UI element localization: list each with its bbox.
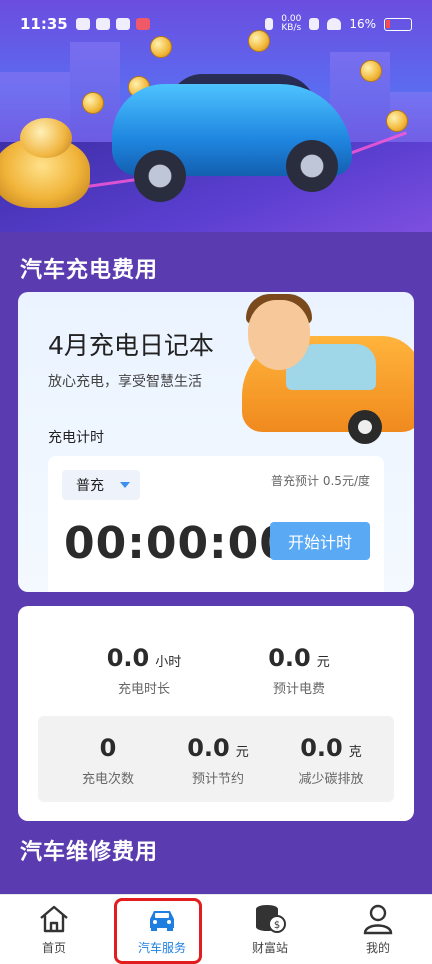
caret-down-icon (120, 482, 130, 488)
coin-icon (360, 60, 382, 82)
driver-illustration (228, 292, 414, 452)
stat-duration-unit: 小时 (155, 655, 182, 670)
section-title-repair: 汽车维修费用 (20, 840, 159, 865)
stat-duration-value: 0.0 (106, 644, 150, 672)
stat-fee-value: 0.0 (268, 644, 311, 672)
timer-display: 00:00:00 (64, 518, 291, 569)
battery-text: 16% (349, 17, 376, 31)
car-wheel (286, 140, 338, 192)
section-title-charging: 汽车充电费用 (20, 258, 159, 283)
notification-icons (75, 18, 150, 30)
price-note: 普充预计 0.5元/度 (271, 474, 370, 488)
stat-savings-label: 预计节约 (191, 772, 244, 787)
diary-title: 4月充电日记本 (48, 331, 214, 360)
vibrate-icon (265, 18, 274, 30)
status-time: 11:35 (20, 15, 68, 33)
charging-stats-card: 0.0 小时 充电时长 0.0 元 预计电费 0 充电次数 0.0 元 预计节约 0.… (18, 606, 414, 821)
charging-diary-card: 4月充电日记本 放心充电，享受智慧生活 充电计时 普充 普充预计 0.5元/度 … (18, 292, 414, 592)
status-icons: 0.00 KB/s 16% (265, 15, 412, 33)
coin-icon (386, 110, 408, 132)
stat-carbon-value: 0.0 (300, 734, 343, 762)
stat-count-label: 充电次数 (81, 772, 134, 787)
user-icon (363, 904, 393, 935)
stat-duration-label: 充电时长 (117, 682, 170, 697)
nav-item-home[interactable]: 首页 (0, 895, 108, 964)
status-bar: 11:35 0.00 KB/s 16% (0, 0, 432, 48)
svg-text:$: $ (274, 920, 280, 931)
notification-icon (115, 18, 130, 30)
battery-icon (384, 17, 412, 31)
net-speed: 0.00 KB/s (281, 15, 301, 33)
coin-icon (82, 92, 104, 114)
gold-ingot-icon (20, 118, 72, 158)
stat-savings-unit: 元 (235, 745, 249, 760)
stat-savings-value: 0.0 (187, 734, 230, 762)
notification-icon (135, 18, 150, 30)
stat-carbon-label: 减少碳排放 (298, 772, 364, 787)
coin-stack-icon: $ (256, 905, 286, 933)
bluetooth-icon (309, 18, 320, 30)
stat-count-value: 0 (99, 734, 117, 762)
wifi-icon (327, 18, 342, 30)
nav-item-profile[interactable]: 我的 (324, 895, 432, 964)
notification-icon (75, 18, 90, 30)
nav-label-home: 首页 (41, 941, 66, 955)
nav-label-profile: 我的 (365, 941, 390, 955)
timer-label: 充电计时 (48, 430, 104, 446)
net-speed-unit: KB/s (281, 23, 302, 33)
stat-fee-label: 预计电费 (272, 682, 325, 697)
stats-summary-box: 0 充电次数 0.0 元 预计节约 0.0 克 减少碳排放 (38, 716, 394, 802)
notification-icon (95, 18, 110, 30)
nav-item-wealth[interactable]: $ 财富站 (216, 895, 324, 964)
timer-panel: 普充 普充预计 0.5元/度 00:00:00 开始计时 (48, 456, 384, 592)
start-timer-button[interactable]: 开始计时 (270, 522, 370, 560)
stat-count: 0 充电次数 (58, 734, 158, 787)
nav-label-wealth: 财富站 (251, 941, 288, 955)
charge-mode-dropdown[interactable]: 普充 (62, 470, 140, 500)
stat-carbon: 0.0 克 减少碳排放 (276, 734, 386, 787)
home-icon (40, 905, 68, 933)
active-tab-highlight (114, 898, 202, 964)
car-wheel (134, 150, 186, 202)
toon-head (248, 300, 310, 370)
toon-wheel (348, 410, 382, 444)
diary-subtitle: 放心充电，享受智慧生活 (48, 374, 202, 390)
stat-savings: 0.0 元 预计节约 (168, 734, 268, 787)
charge-mode-value: 普充 (76, 478, 104, 494)
stat-fee: 0.0 元 预计电费 (244, 644, 354, 697)
stat-duration: 0.0 小时 充电时长 (84, 644, 204, 697)
stat-fee-unit: 元 (316, 655, 330, 670)
stat-carbon-unit: 克 (348, 745, 362, 760)
bottom-nav: 首页 汽车服务 $ 财富站 我的 (0, 894, 432, 964)
